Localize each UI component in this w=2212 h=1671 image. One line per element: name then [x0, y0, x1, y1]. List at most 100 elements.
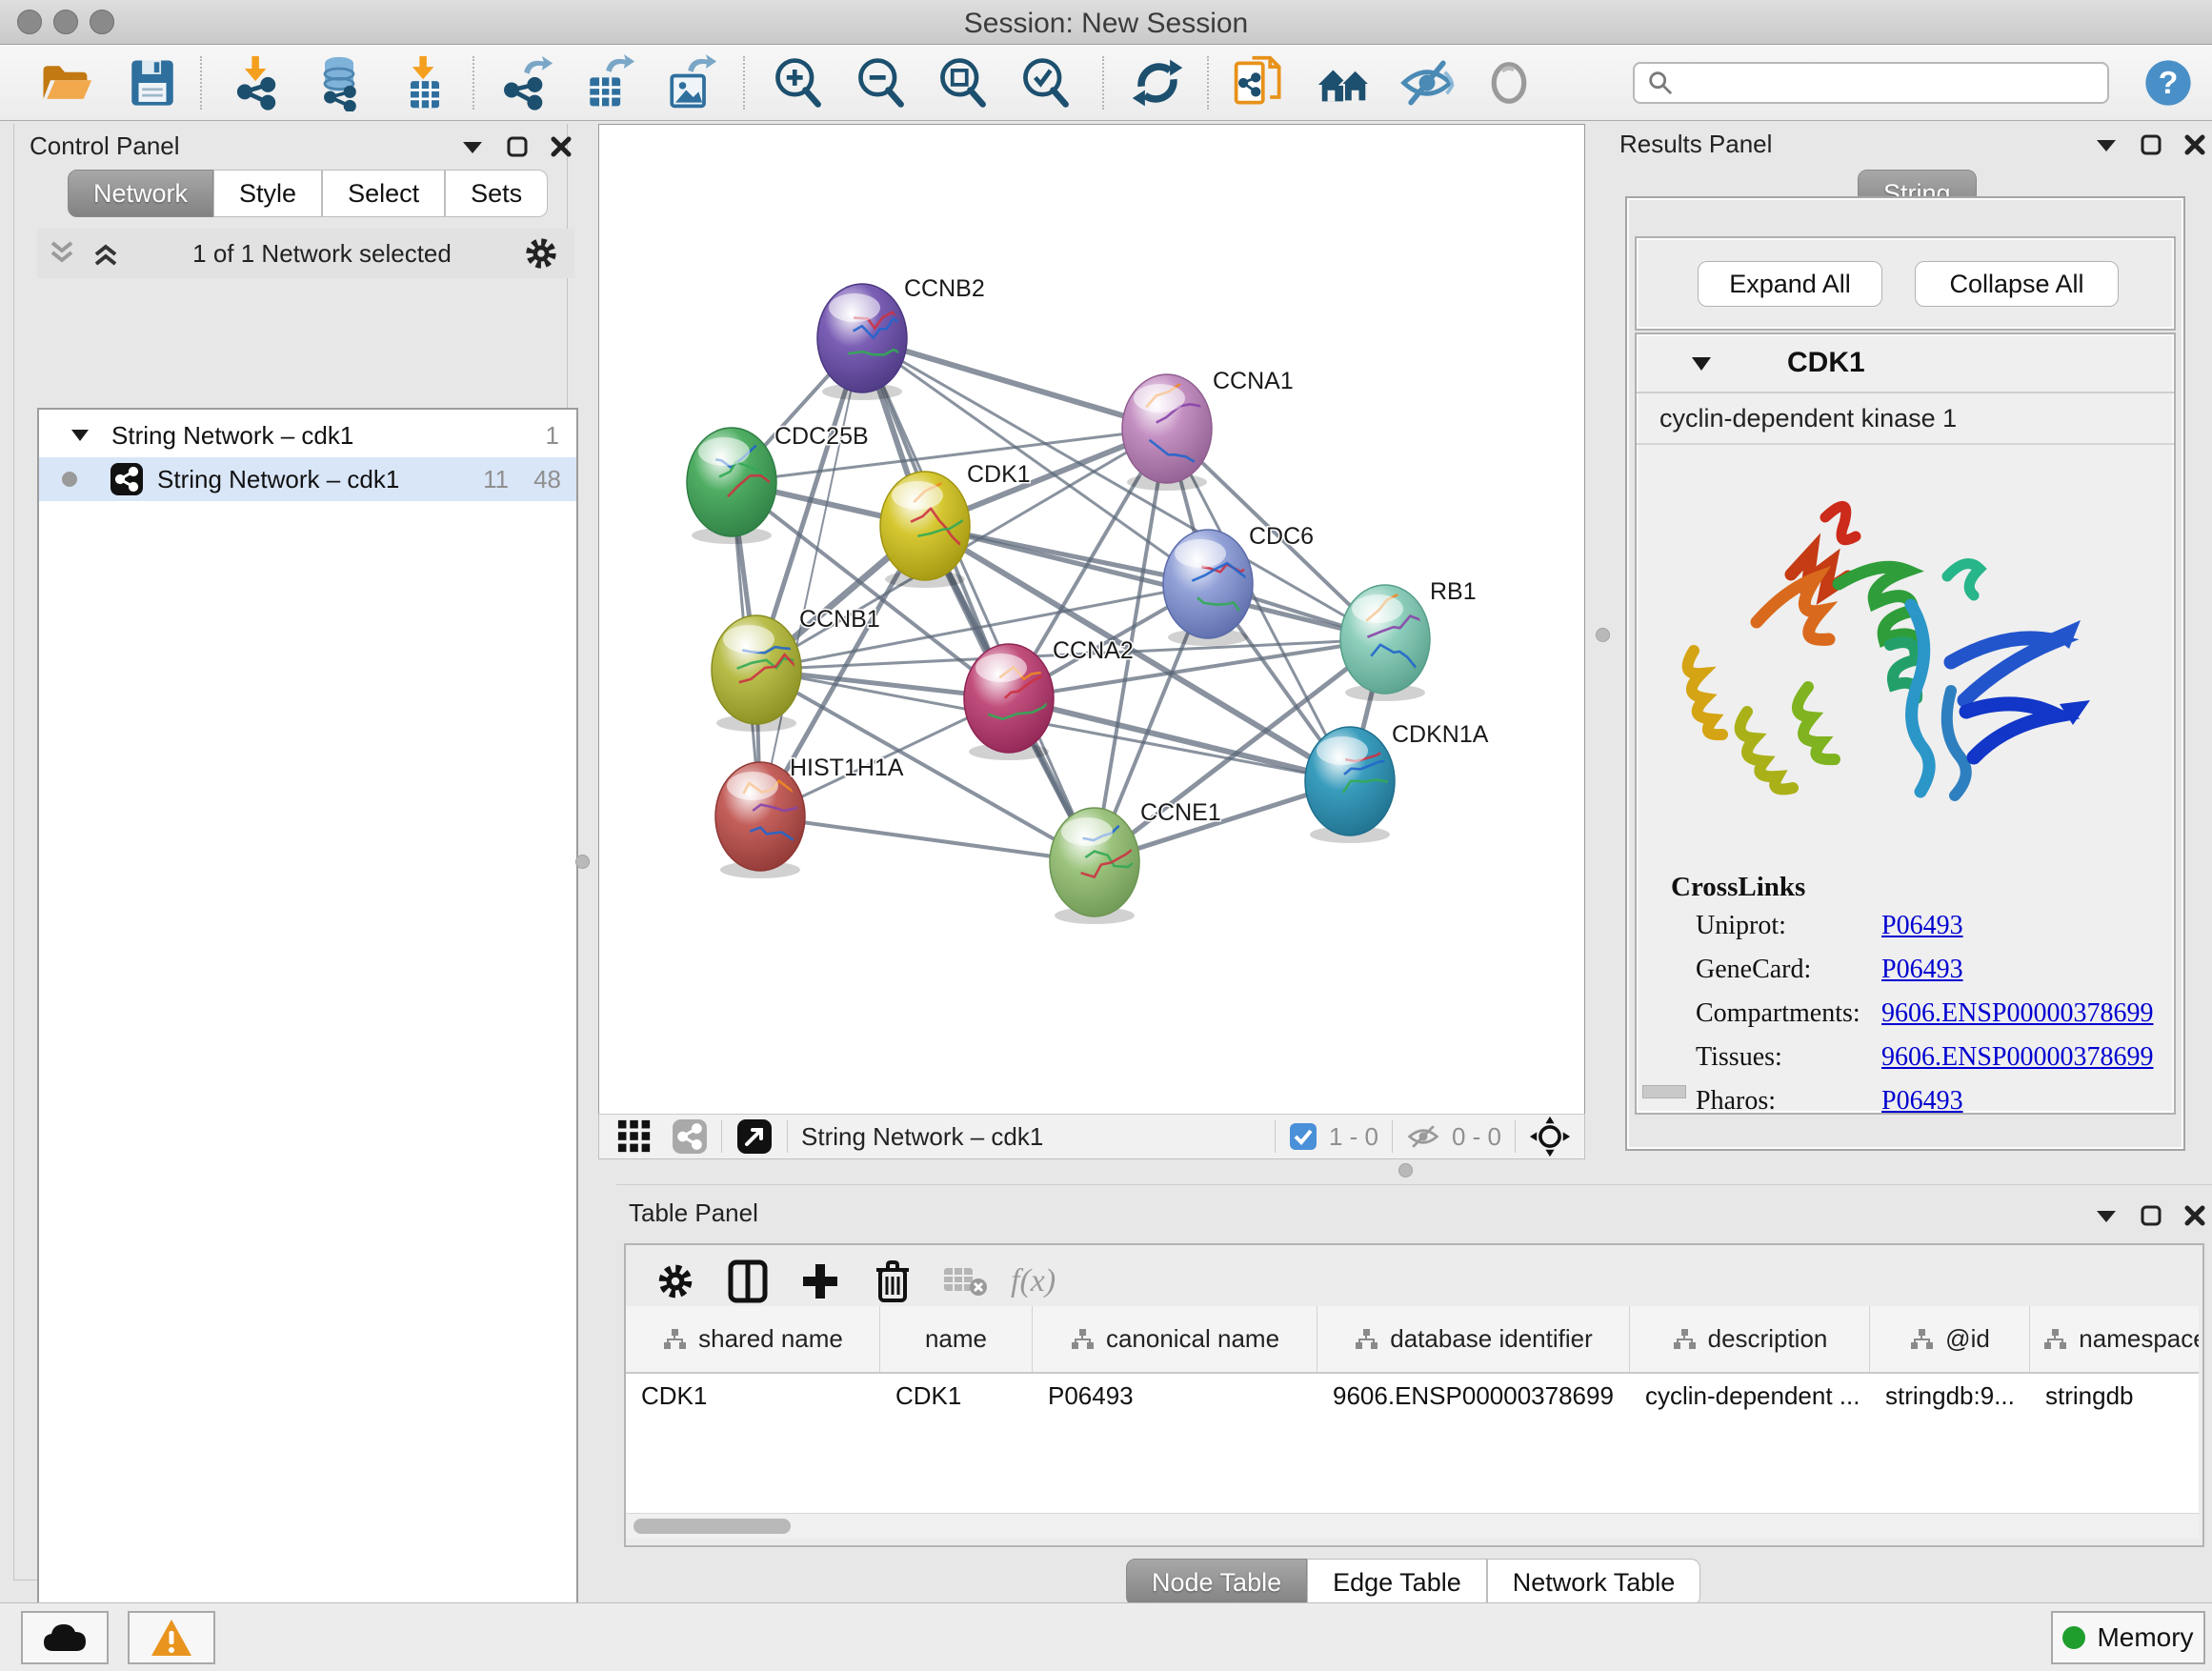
apply-layout-button[interactable] [1127, 52, 1188, 113]
network-share-gray-icon[interactable] [672, 1118, 708, 1155]
network-edge-CDK1-RB1[interactable] [925, 526, 1385, 639]
column-header-shared-name[interactable]: shared name [626, 1306, 880, 1372]
show-columns-button[interactable] [721, 1255, 774, 1308]
collapse-all-chevron-icon[interactable] [47, 239, 77, 268]
export-table-button[interactable] [577, 52, 638, 113]
tab-network[interactable]: Network [68, 170, 213, 217]
column-header--id[interactable]: @id [1870, 1306, 2030, 1372]
table-cell[interactable]: cyclin-dependent ... [1630, 1374, 1870, 1418]
open-session-button[interactable] [34, 52, 95, 113]
first-neighbors-button[interactable] [1314, 52, 1375, 113]
network-node-CDC25B[interactable]: CDC25B [687, 423, 869, 544]
table-options-button[interactable] [649, 1255, 702, 1308]
network-edge-HIST1H1A-CCNE1[interactable] [760, 816, 1095, 862]
tab-network-table[interactable]: Network Table [1487, 1559, 1701, 1606]
zoom-selected-button[interactable] [1016, 52, 1076, 113]
zoom-in-button[interactable] [768, 52, 829, 113]
panel-close-icon[interactable] [550, 135, 573, 158]
tab-edge-table[interactable]: Edge Table [1307, 1559, 1487, 1606]
column-header-namespace[interactable]: namespace [2030, 1306, 2199, 1372]
panel-close-icon[interactable] [2183, 1204, 2206, 1227]
export-network-button[interactable] [495, 52, 556, 113]
panel-float-icon[interactable] [2140, 133, 2162, 156]
crosslink-value-link[interactable]: P06493 [1881, 911, 1963, 940]
cloud-status-button[interactable] [21, 1611, 109, 1664]
hidden-eye-icon[interactable] [1406, 1122, 1440, 1151]
import-network-file-button[interactable] [227, 52, 288, 113]
network-canvas[interactable]: CCNB2CCNA1CDC25BCDK1CDC6RB1CCNB1CCNA2CDK… [598, 124, 1585, 1116]
network-edge-CCNB2-CCNE1[interactable] [862, 338, 1095, 862]
import-table-button[interactable] [394, 52, 455, 113]
entry-collapse-icon[interactable] [1690, 354, 1713, 372]
table-row[interactable]: CDK1CDK1P064939606.ENSP00000378699cyclin… [626, 1374, 2199, 1418]
network-tree-root-row[interactable]: String Network – cdk1 1 [39, 413, 576, 457]
selected-checkbox-icon[interactable] [1289, 1122, 1317, 1151]
horizontal-splitter-handle[interactable] [1398, 1163, 1413, 1178]
expand-all-chevron-icon[interactable] [90, 239, 121, 268]
save-session-button[interactable] [122, 52, 183, 113]
zoom-out-button[interactable] [851, 52, 912, 113]
memory-button[interactable]: Memory [2051, 1611, 2205, 1664]
column-header-name[interactable]: name [880, 1306, 1033, 1372]
function-builder-button[interactable]: f(x) [1011, 1263, 1056, 1299]
network-node-CCNB2[interactable]: CCNB2 [817, 275, 985, 400]
panel-menu-icon[interactable] [2094, 1206, 2119, 1225]
crosslink-value-link[interactable]: 9606.ENSP00000378699 [1881, 1042, 2153, 1072]
network-edge-CCNB2-CCNA1[interactable] [862, 338, 1167, 429]
entry-hscroll-thumb[interactable] [1642, 1085, 1686, 1098]
panel-float-icon[interactable] [2140, 1204, 2162, 1227]
vertical-splitter-handle[interactable] [575, 855, 590, 869]
tree-expand-icon[interactable] [70, 427, 90, 444]
collapse-all-button[interactable]: Collapse All [1915, 261, 2119, 307]
tab-sets[interactable]: Sets [445, 170, 548, 217]
table-cell[interactable]: CDK1 [880, 1374, 1033, 1418]
table-cell[interactable]: stringdb:9... [1870, 1374, 2030, 1418]
export-image-button[interactable] [659, 52, 720, 113]
tab-node-table[interactable]: Node Table [1126, 1559, 1307, 1606]
network-node-RB1[interactable]: RB1 [1340, 578, 1477, 701]
crosslink-value-link[interactable]: P06493 [1881, 1086, 1963, 1116]
network-node-HIST1H1A[interactable]: HIST1H1A [715, 755, 904, 878]
table-cell[interactable]: stringdb [2030, 1374, 2199, 1418]
network-node-CCNA1[interactable]: CCNA1 [1122, 368, 1294, 491]
network-node-CDKN1A[interactable]: CDKN1A [1305, 721, 1489, 843]
tab-select[interactable]: Select [322, 170, 445, 217]
column-header-database-identifier[interactable]: database identifier [1317, 1306, 1630, 1372]
table-cell[interactable]: CDK1 [626, 1374, 880, 1418]
crosslink-value-link[interactable]: P06493 [1881, 955, 1963, 984]
zoom-fit-button[interactable] [933, 52, 994, 113]
table-horizontal-scrollbar[interactable] [626, 1513, 2199, 1539]
result-entry-header[interactable]: CDK1 [1637, 334, 2174, 393]
column-header-description[interactable]: description [1630, 1306, 1870, 1372]
expand-all-button[interactable]: Expand All [1698, 261, 1882, 307]
panel-menu-icon[interactable] [2094, 135, 2119, 154]
open-in-new-window-icon[interactable] [735, 1117, 774, 1156]
warning-status-button[interactable] [128, 1611, 215, 1664]
network-tree-child-row[interactable]: String Network – cdk1 11 48 [39, 457, 576, 501]
show-all-button[interactable] [1478, 52, 1539, 113]
network-options-gear-icon[interactable] [523, 235, 559, 272]
panel-float-icon[interactable] [506, 135, 529, 158]
import-network-database-button[interactable] [309, 52, 370, 113]
help-button[interactable]: ? [2138, 52, 2199, 113]
fit-content-crosshair-icon[interactable] [1529, 1116, 1571, 1158]
create-column-button[interactable] [794, 1255, 847, 1308]
scrollbar-thumb[interactable] [633, 1519, 791, 1534]
birds-eye-view-icon[interactable] [616, 1118, 653, 1155]
clone-network-button[interactable] [1229, 52, 1290, 113]
network-graph: CCNB2CCNA1CDC25BCDK1CDC6RB1CCNB1CCNA2CDK… [599, 125, 1584, 1115]
panel-close-icon[interactable] [2183, 133, 2206, 156]
crosslink-value-link[interactable]: 9606.ENSP00000378699 [1881, 998, 2153, 1028]
tab-style[interactable]: Style [213, 170, 322, 217]
column-header-canonical-name[interactable]: canonical name [1033, 1306, 1317, 1372]
hide-selected-button[interactable] [1397, 52, 1458, 113]
search-input[interactable] [1633, 62, 2109, 104]
panel-menu-icon[interactable] [460, 137, 485, 156]
network-edge-CCNB2-HIST1H1A[interactable] [760, 338, 862, 816]
delete-column-button[interactable] [866, 1255, 919, 1308]
network-node-CCNE1[interactable]: CCNE1 [1050, 799, 1221, 924]
network-node-CCNB1[interactable]: CCNB1 [712, 606, 880, 732]
table-cell[interactable]: P06493 [1033, 1374, 1317, 1418]
delete-table-button[interactable] [938, 1255, 992, 1308]
table-cell[interactable]: 9606.ENSP00000378699 [1317, 1374, 1630, 1418]
